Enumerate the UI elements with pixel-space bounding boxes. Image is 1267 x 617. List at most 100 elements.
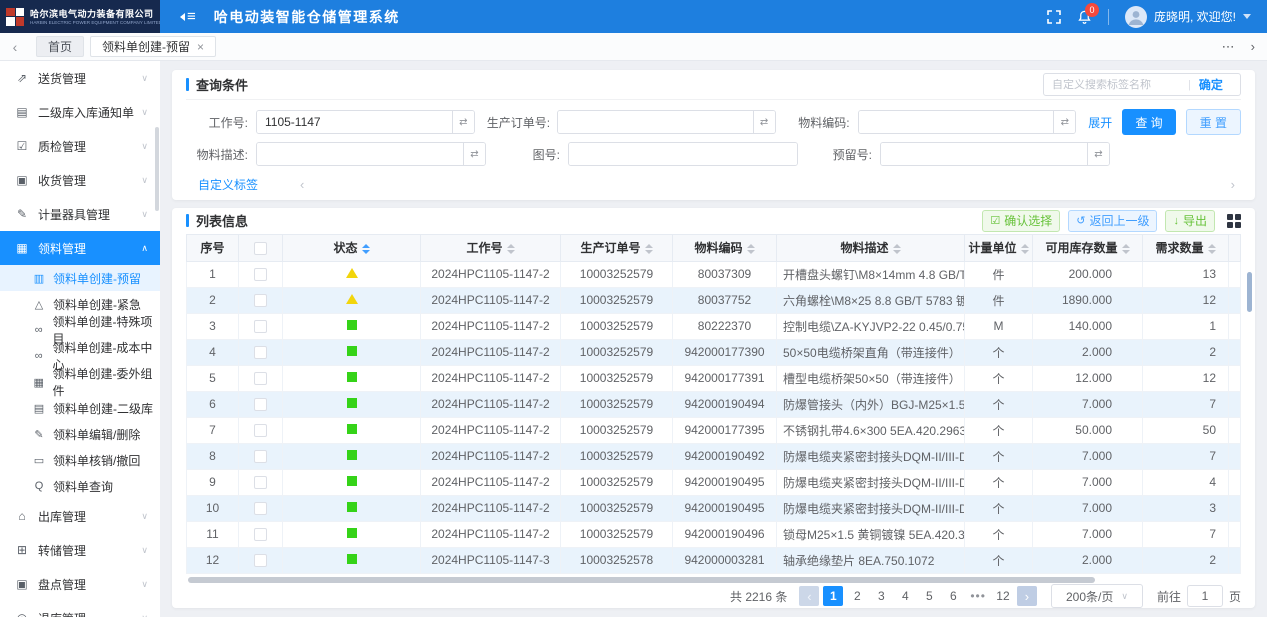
tags-scroll-right-icon[interactable]: › xyxy=(1231,177,1235,192)
table-row[interactable]: 102024HPC1105-1147-210003252579942000190… xyxy=(187,495,1241,521)
column-settings-icon[interactable] xyxy=(1227,214,1241,228)
confirm-selection-button[interactable]: ☑确认选择 xyxy=(982,210,1060,232)
production-order-input[interactable] xyxy=(558,111,753,133)
material-desc-input[interactable] xyxy=(257,143,463,165)
sort-icon[interactable] xyxy=(747,244,755,254)
sidebar-subitem[interactable]: ▭领料单核销/撤回 xyxy=(0,447,160,473)
sort-icon[interactable] xyxy=(507,244,515,254)
custom-tag-name-input[interactable] xyxy=(1052,79,1180,91)
row-checkbox[interactable] xyxy=(254,554,267,567)
tabs-more-icon[interactable]: ⋯ xyxy=(1222,39,1235,55)
material-code-input[interactable] xyxy=(859,111,1054,133)
col-unit[interactable]: 计量单位 xyxy=(965,234,1033,261)
row-checkbox[interactable] xyxy=(254,476,267,489)
table-row[interactable]: 112024HPC1105-1147-210003252579942000190… xyxy=(187,521,1241,547)
sidebar-item[interactable]: ⊞转储管理∨ xyxy=(0,533,160,567)
row-checkbox[interactable] xyxy=(254,502,267,515)
row-checkbox[interactable] xyxy=(254,346,267,359)
row-checkbox[interactable] xyxy=(254,294,267,307)
custom-tags-link[interactable]: 自定义标签 xyxy=(198,176,258,193)
sidebar-item[interactable]: ▦领料管理∧ xyxy=(0,231,160,265)
job-number-input[interactable] xyxy=(257,111,452,133)
sidebar-item[interactable]: ▤二级库入库通知单∨ xyxy=(0,95,160,129)
sidebar-item[interactable]: ◎退库管理∨ xyxy=(0,601,160,617)
table-row[interactable]: 122024HPC1105-1147-310003252578942000003… xyxy=(187,547,1241,573)
row-checkbox[interactable] xyxy=(254,372,267,385)
page-button[interactable]: 2 xyxy=(847,586,867,606)
collapse-menu-icon[interactable]: ≡ xyxy=(174,8,196,25)
sort-icon[interactable] xyxy=(1021,244,1029,254)
table-row[interactable]: 52024HPC1105-1147-2100032525799420001773… xyxy=(187,365,1241,391)
col-code[interactable]: 物料编码 xyxy=(673,234,777,261)
sidebar-subitem[interactable]: Q领料单查询 xyxy=(0,473,160,499)
filter-icon[interactable]: ⇄ xyxy=(1053,111,1075,133)
fullscreen-icon[interactable] xyxy=(1047,10,1061,24)
table-row[interactable]: 12024HPC1105-1147-21000325257980037309开槽… xyxy=(187,261,1241,287)
goto-page-input[interactable] xyxy=(1187,585,1223,607)
filter-icon[interactable]: ⇄ xyxy=(452,111,474,133)
search-button[interactable]: 查 询 xyxy=(1122,109,1175,135)
page-button[interactable]: 6 xyxy=(943,586,963,606)
notifications-bell-icon[interactable]: 0 xyxy=(1077,9,1092,25)
sidebar-subitem[interactable]: ▥领料单创建-预留 xyxy=(0,265,160,291)
page-button[interactable]: 4 xyxy=(895,586,915,606)
reserve-number-input[interactable] xyxy=(881,143,1087,165)
sidebar-item[interactable]: ✎计量器具管理∨ xyxy=(0,197,160,231)
row-checkbox[interactable] xyxy=(254,320,267,333)
tags-scroll-left-icon[interactable]: ‹ xyxy=(300,177,304,192)
confirm-tag-button[interactable]: 确定 xyxy=(1199,76,1223,93)
tabs-scroll-left-icon[interactable]: ‹ xyxy=(0,33,30,60)
sidebar-item[interactable]: ⌂出库管理∨ xyxy=(0,499,160,533)
table-row[interactable]: 32024HPC1105-1147-21000325257980222370控制… xyxy=(187,313,1241,339)
sidebar-subitem[interactable]: ✎领料单编辑/删除 xyxy=(0,421,160,447)
sort-icon[interactable] xyxy=(1208,244,1216,254)
expand-link[interactable]: 展开 xyxy=(1088,114,1112,131)
table-row[interactable]: 42024HPC1105-1147-2100032525799420001773… xyxy=(187,339,1241,365)
row-checkbox[interactable] xyxy=(254,398,267,411)
next-page-button[interactable]: › xyxy=(1017,586,1037,606)
select-all-checkbox[interactable] xyxy=(254,242,267,255)
col-desc[interactable]: 物料描述 xyxy=(777,234,965,261)
filter-icon[interactable]: ⇄ xyxy=(1087,143,1109,165)
sidebar-item[interactable]: ⇗送货管理∨ xyxy=(0,61,160,95)
sort-icon[interactable] xyxy=(362,244,370,254)
vertical-scrollbar-thumb[interactable] xyxy=(1247,272,1252,312)
page-button[interactable]: 1 xyxy=(823,586,843,606)
sort-icon[interactable] xyxy=(893,244,901,254)
row-checkbox[interactable] xyxy=(254,450,267,463)
table-row[interactable]: 22024HPC1105-1147-21000325257980037752六角… xyxy=(187,287,1241,313)
sidebar-subitem[interactable]: ▦领料单创建-委外组件 xyxy=(0,369,160,395)
prev-page-button[interactable]: ‹ xyxy=(799,586,819,606)
sort-icon[interactable] xyxy=(1122,244,1130,254)
page-button[interactable]: 12 xyxy=(993,586,1013,606)
col-job[interactable]: 工作号 xyxy=(421,234,561,261)
sidebar-item[interactable]: ▣盘点管理∨ xyxy=(0,567,160,601)
col-demand[interactable]: 需求数量 xyxy=(1143,234,1229,261)
sidebar-subitem[interactable]: ▤领料单创建-二级库 xyxy=(0,395,160,421)
sidebar-scrollbar[interactable] xyxy=(155,127,159,211)
table-row[interactable]: 62024HPC1105-1147-2100032525799420001904… xyxy=(187,391,1241,417)
tab-item[interactable]: 首页 xyxy=(36,36,84,57)
tabs-scroll-right-icon[interactable]: › xyxy=(1251,39,1255,54)
table-row[interactable]: 82024HPC1105-1147-2100032525799420001904… xyxy=(187,443,1241,469)
col-stock[interactable]: 可用库存数量 xyxy=(1033,234,1143,261)
sort-icon[interactable] xyxy=(645,244,653,254)
close-icon[interactable]: × xyxy=(197,41,204,53)
sidebar-item[interactable]: ▣收货管理∨ xyxy=(0,163,160,197)
col-order[interactable]: 生产订单号 xyxy=(561,234,673,261)
sidebar-item[interactable]: ☑质检管理∨ xyxy=(0,129,160,163)
page-button[interactable]: 3 xyxy=(871,586,891,606)
row-checkbox[interactable] xyxy=(254,528,267,541)
tab-active[interactable]: 领料单创建-预留× xyxy=(90,36,216,57)
drawing-number-input[interactable] xyxy=(569,143,797,165)
row-checkbox[interactable] xyxy=(254,268,267,281)
table-row[interactable]: 72024HPC1105-1147-2100032525799420001773… xyxy=(187,417,1241,443)
export-button[interactable]: ↓导出 xyxy=(1165,210,1215,232)
table-row[interactable]: 92024HPC1105-1147-2100032525799420001904… xyxy=(187,469,1241,495)
filter-icon[interactable]: ⇄ xyxy=(753,111,775,133)
page-size-select[interactable]: 200条/页∨ xyxy=(1051,584,1143,608)
page-button[interactable]: 5 xyxy=(919,586,939,606)
reset-button[interactable]: 重 置 xyxy=(1186,109,1241,135)
filter-icon[interactable]: ⇄ xyxy=(463,143,485,165)
user-menu[interactable]: 庞晓明, 欢迎您! xyxy=(1125,6,1251,28)
